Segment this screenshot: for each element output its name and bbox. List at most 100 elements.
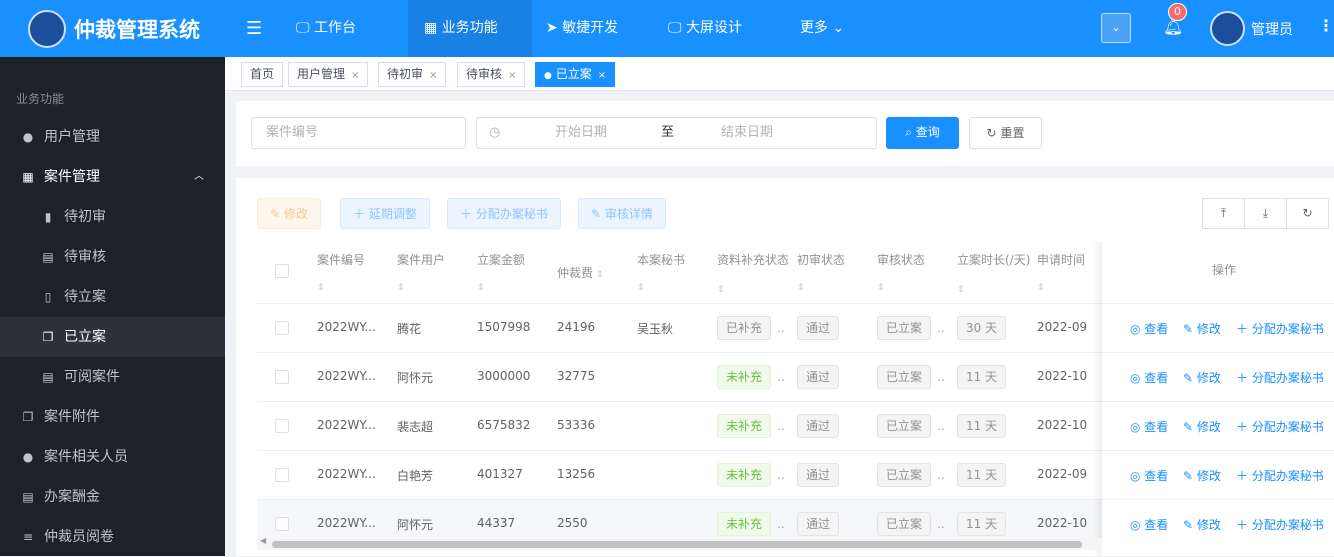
row-assign-link[interactable]: ＋ 分配办案秘书 <box>1236 320 1324 337</box>
sort-icon[interactable]: ⇕ <box>957 285 965 295</box>
close-icon[interactable]: × <box>351 70 359 81</box>
column-header-filing-amount[interactable]: 立案金额 ⇕ <box>477 247 551 301</box>
edit-button[interactable]: ✎ 修改 <box>257 198 321 229</box>
row-divider <box>1102 303 1334 304</box>
column-header-review-status[interactable]: 审核状态 ⇕ <box>877 247 951 301</box>
download-icon[interactable]: ⤓ <box>1244 198 1287 229</box>
row-view-link[interactable]: ◎ 查看 <box>1130 418 1168 435</box>
extend-button[interactable]: ＋ 延期调整 <box>340 198 430 229</box>
sidebar-item-attachments[interactable]: ❐ 案件附件 <box>0 397 225 437</box>
arrow-left-icon[interactable]: ◀ <box>260 536 266 545</box>
row-view-link[interactable]: ◎ 查看 <box>1130 467 1168 484</box>
row-checkbox[interactable] <box>275 517 289 531</box>
row-edit-link[interactable]: ✎ 修改 <box>1183 467 1221 484</box>
column-header-filing-duration[interactable]: 立案时长(/天) ⇕ <box>957 247 1031 303</box>
column-header-first-review-status[interactable]: 初审状态 ⇕ <box>797 247 871 301</box>
refresh-icon[interactable]: ↻ <box>1286 198 1329 229</box>
user-name[interactable]: 管理员 <box>1251 19 1293 39</box>
dot-icon: ● <box>544 71 552 81</box>
copy-icon: ❐ <box>22 410 34 424</box>
case-no-input[interactable]: 案件编号 <box>251 117 466 149</box>
column-header-supplement-status[interactable]: 资料补充状态 ⇕ <box>717 247 791 303</box>
row-edit-link[interactable]: ✎ 修改 <box>1183 516 1221 533</box>
sidebar-item-first-review[interactable]: ▮ 待初审 <box>0 197 225 237</box>
dropdown-button[interactable]: ⌄ <box>1101 13 1131 43</box>
close-icon[interactable]: × <box>598 70 606 81</box>
nav-more[interactable]: 更多 ⌄ <box>800 0 844 57</box>
tab-review[interactable]: 待审核 × <box>457 62 526 87</box>
column-header-label: 立案时长(/天) <box>957 253 1031 267</box>
tab-home[interactable]: 首页 <box>241 62 284 87</box>
row-checkbox[interactable] <box>275 468 289 482</box>
row-assign-link[interactable]: ＋ 分配办案秘书 <box>1236 369 1324 386</box>
sidebar-item-pending-filing[interactable]: ▯ 待立案 <box>0 277 225 317</box>
close-icon[interactable]: × <box>429 70 437 81</box>
row-edit-link[interactable]: ✎ 修改 <box>1183 418 1221 435</box>
column-header-label: 审核状态 <box>877 253 926 267</box>
nav-agile[interactable]: ➤ 敏捷开发 <box>546 0 618 57</box>
sidebar-item-arbitrator-reading[interactable]: ≡ 仲裁员阅卷 <box>0 517 225 557</box>
row-checkbox[interactable] <box>275 419 289 433</box>
cell-text: 腾花 <box>397 322 422 336</box>
nav-business[interactable]: ▦ 业务功能 <box>408 0 532 57</box>
row-checkbox[interactable] <box>275 370 289 384</box>
sidebar-item-filed[interactable]: ❐ 已立案 <box>0 317 225 357</box>
start-date[interactable]: 开始日期 <box>555 118 607 148</box>
row-checkbox[interactable] <box>275 321 289 335</box>
tab-users[interactable]: 用户管理 × <box>288 62 369 87</box>
sidebar-item-review[interactable]: ▤ 待审核 <box>0 237 225 277</box>
sort-icon[interactable]: ⇕ <box>397 283 405 293</box>
tab-first-review[interactable]: 待初审 × <box>378 62 447 87</box>
plus-icon: ＋ <box>1236 322 1252 336</box>
row-edit-link[interactable]: ✎ 修改 <box>1183 320 1221 337</box>
sort-icon[interactable]: ⇕ <box>317 283 325 293</box>
tab-label: 待审核 <box>466 67 503 81</box>
column-header-arbitration-fee[interactable]: 仲裁费 ⇕ <box>557 260 631 288</box>
cell-filing-amount: 1507998 <box>477 320 530 334</box>
sidebar-item-users[interactable]: ● 用户管理 <box>0 117 225 157</box>
sort-icon[interactable]: ⇕ <box>477 283 485 293</box>
sort-icon[interactable]: ⇕ <box>1037 283 1045 293</box>
sidebar-item-readable[interactable]: ▤ 可阅案件 <box>0 357 225 397</box>
sidebar-item-fees[interactable]: ▤ 办案酬金 <box>0 477 225 517</box>
sort-icon[interactable]: ⇕ <box>717 285 725 295</box>
more-vertical-icon[interactable]: ⋮ <box>1318 16 1334 35</box>
select-all-checkbox[interactable] <box>275 264 289 278</box>
scrollbar-thumb[interactable] <box>272 541 1082 548</box>
end-date[interactable]: 结束日期 <box>721 118 773 148</box>
sort-icon[interactable]: ⇕ <box>637 283 645 293</box>
tab-filed[interactable]: ● 已立案 × <box>535 62 616 87</box>
row-view-link[interactable]: ◎ 查看 <box>1130 320 1168 337</box>
row-edit-link[interactable]: ✎ 修改 <box>1183 369 1221 386</box>
sort-icon[interactable]: ⇕ <box>797 283 805 293</box>
column-header-case-user[interactable]: 案件用户 ⇕ <box>397 247 471 301</box>
sidebar-item-cases[interactable]: ▦ 案件管理 ︿ <box>0 157 225 197</box>
row-view-link[interactable]: ◎ 查看 <box>1130 369 1168 386</box>
sidebar-item-persons[interactable]: ● 案件相关人员 <box>0 437 225 477</box>
nav-bigscreen[interactable]: 🖵 大屏设计 <box>668 0 742 57</box>
row-assign-link[interactable]: ＋ 分配办案秘书 <box>1236 467 1324 484</box>
eye-icon: ◎ <box>1130 371 1145 385</box>
close-icon[interactable]: × <box>508 70 516 81</box>
row-view-link[interactable]: ◎ 查看 <box>1130 516 1168 533</box>
menu-fold-icon[interactable]: ☰ <box>246 18 262 39</box>
date-range-input[interactable]: ◷ 开始日期 至 结束日期 <box>476 117 877 149</box>
nav-workbench[interactable]: 🖵 工作台 <box>296 0 356 57</box>
column-header-case-no[interactable]: 案件编号 ⇕ <box>317 247 391 301</box>
review-detail-button[interactable]: ✎ 审核详情 <box>578 198 666 229</box>
action-label: 修改 <box>1196 420 1221 434</box>
reset-button[interactable]: ↻ 重置 <box>969 117 1042 149</box>
assign-secretary-button[interactable]: ＋ 分配办案秘书 <box>447 198 561 229</box>
sort-icon[interactable]: ⇕ <box>877 283 885 293</box>
upload-icon[interactable]: ⤒ <box>1202 198 1245 229</box>
column-header-secretary[interactable]: 本案秘书 ⇕ <box>637 247 711 301</box>
row-assign-link[interactable]: ＋ 分配办案秘书 <box>1236 418 1324 435</box>
cell-text: 2022WY... <box>317 369 376 383</box>
sort-icon[interactable]: ⇕ <box>593 270 604 280</box>
column-header-operations: 操作 <box>1212 263 1237 277</box>
query-button[interactable]: ⌕ 查询 <box>886 117 959 149</box>
avatar[interactable] <box>1210 11 1245 46</box>
column-header-apply-time[interactable]: 申请时间 ⇕ <box>1037 247 1111 301</box>
row-assign-link[interactable]: ＋ 分配办案秘书 <box>1236 516 1324 533</box>
horizontal-scrollbar[interactable]: ◀ <box>257 536 1102 550</box>
